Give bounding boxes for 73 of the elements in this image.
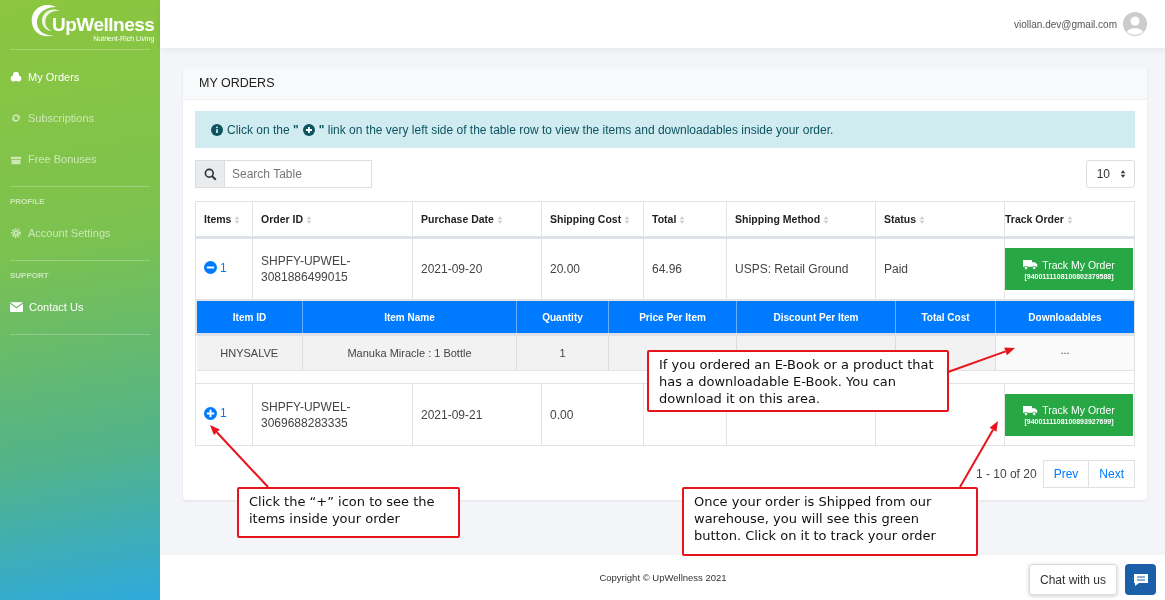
column-header: Discount Per Item <box>736 300 896 335</box>
callout-arrow <box>947 347 1015 373</box>
sidebar-item[interactable]: My Orders <box>10 56 150 97</box>
sort-icon <box>234 215 241 226</box>
table-cell: Manuka Miracle : 1 Bottle <box>302 334 517 371</box>
column-header[interactable]: Status <box>875 201 1005 238</box>
table-cell: SHPFY-UPWEL-3069688283335 <box>252 383 413 446</box>
page-link[interactable]: Next <box>1089 460 1135 488</box>
page-size-select[interactable]: 10 <box>1085 160 1135 188</box>
table-cell: Paid <box>875 237 1005 300</box>
brand-name: UpWellness <box>52 15 155 35</box>
search-icon <box>195 160 225 188</box>
sort-icon <box>1120 169 1126 179</box>
callout-box: Click the “+” icon to see the items inside your order <box>237 487 460 538</box>
column-header: Price Per Item <box>608 300 737 335</box>
column-header: Item ID <box>196 300 303 335</box>
section-heading: PROFILE <box>10 196 46 208</box>
chat-button[interactable] <box>1125 564 1156 595</box>
table-cell: 1 <box>516 334 609 371</box>
sort-icon <box>624 215 631 226</box>
table-cell: 0.00 <box>541 383 644 446</box>
table-cell: ... <box>995 334 1135 371</box>
truck-icon <box>1023 404 1039 416</box>
column-header[interactable]: Total <box>643 201 727 238</box>
expand-toggle[interactable]: 1 <box>204 259 227 276</box>
sort-icon <box>306 215 312 226</box>
expand-toggle[interactable]: 1 <box>204 405 227 422</box>
column-header: Downloadables <box>995 300 1135 335</box>
page-link[interactable]: Prev <box>1042 460 1090 488</box>
info-icon <box>211 123 223 136</box>
column-header: Total Cost <box>895 300 996 335</box>
column-header[interactable]: Track Order <box>1004 201 1135 238</box>
callout-arrow <box>210 425 269 488</box>
callout-box: If you ordered an E-Book or a product that has a downloadable E-Book. You can download it on this area. <box>647 350 949 412</box>
circles-icon <box>10 70 22 83</box>
sort-icon <box>679 215 686 226</box>
info-text: " link on the very left side of the table row to view the items and downloadables inside your order. <box>318 122 834 137</box>
column-header: Item Name <box>302 300 517 335</box>
pagination-info: 1 - 10 of 20 <box>975 467 1037 481</box>
chat-icon <box>1132 571 1149 588</box>
user-email: viollan.dev@gmail.com <box>1014 18 1117 30</box>
table-cell: 2021-09-20 <box>412 237 542 300</box>
callout-box: Once your order is Shipped from our warehouse, you will see this green button. Click on it to track your order <box>682 487 978 556</box>
column-header[interactable]: Purchase Date <box>412 201 542 238</box>
settings-icon <box>10 226 22 239</box>
card-title: MY ORDERS <box>183 67 1147 100</box>
sort-icon <box>823 215 830 226</box>
sort-icon <box>1066 215 1073 226</box>
plus-circle-icon <box>302 123 315 136</box>
table-cell: USPS: Retail Ground <box>726 237 876 300</box>
sort-icon <box>919 215 926 226</box>
search-field[interactable]: Search Table <box>225 160 372 188</box>
refresh-icon <box>10 111 22 124</box>
table-cell: 2021-09-21 <box>412 383 542 446</box>
plus-circle-icon <box>204 406 217 420</box>
info-text: Click on the " <box>227 122 299 137</box>
column-header[interactable]: Items <box>195 201 253 238</box>
section-heading: SUPPORT <box>10 270 50 282</box>
column-header[interactable]: Shipping Method <box>726 201 876 238</box>
copyright-text: Copyright © UpWellness 2021 <box>599 572 727 583</box>
sidebar-item[interactable]: Contact Us <box>10 286 150 327</box>
table-cell: SHPFY-UPWEL-3081886499015 <box>252 237 413 300</box>
column-header[interactable]: Order ID <box>252 201 413 238</box>
table-cell: HNYSALVE <box>196 334 303 371</box>
minus-circle-icon <box>204 261 217 275</box>
truck-icon <box>1023 259 1039 270</box>
column-header[interactable]: Shipping Cost <box>541 201 644 238</box>
sort-icon <box>496 215 503 226</box>
chat-label[interactable]: Chat with us <box>1028 564 1117 595</box>
column-header: Quantity <box>516 300 609 335</box>
mail-icon <box>10 301 23 312</box>
table-cell: 64.96 <box>643 237 727 300</box>
table-cell: 20.00 <box>541 237 644 300</box>
